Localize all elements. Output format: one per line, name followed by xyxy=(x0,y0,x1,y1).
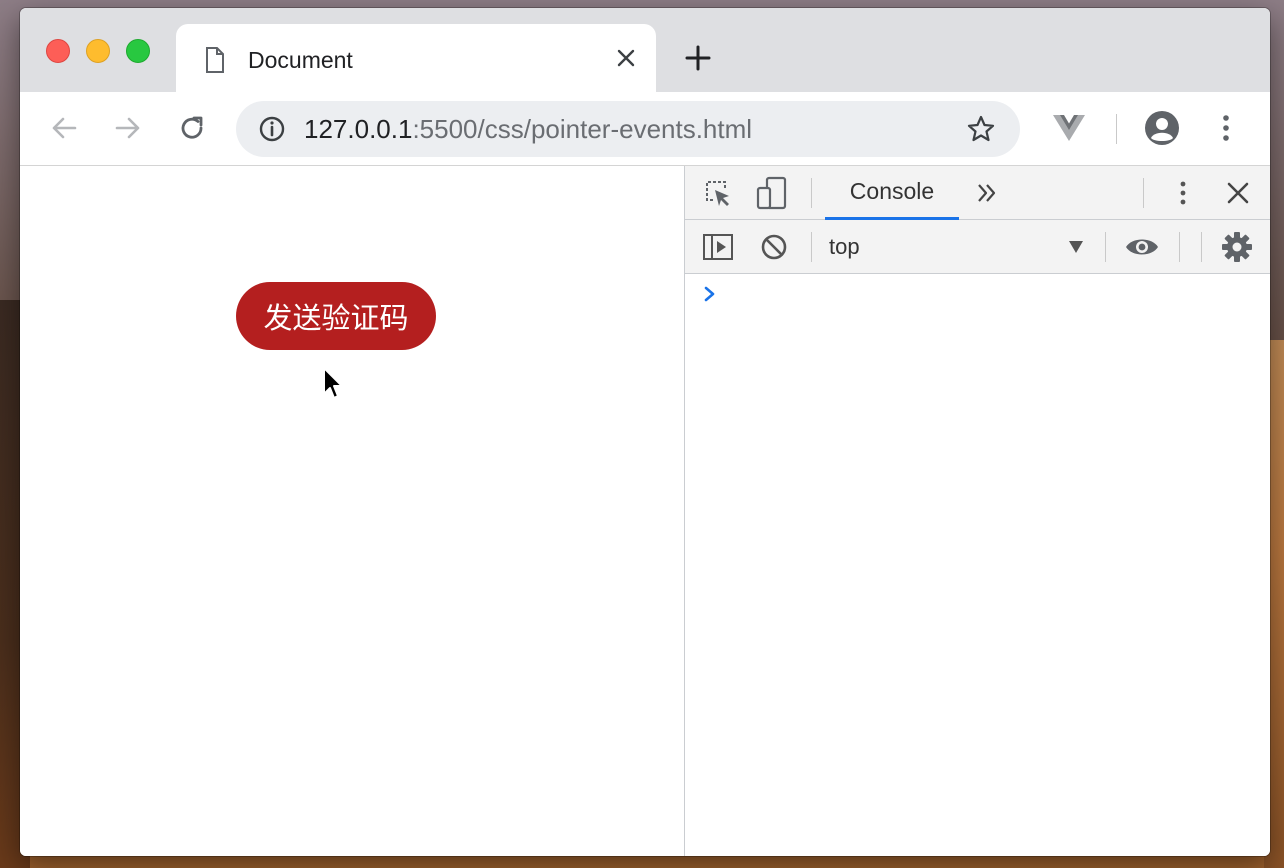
toolbar-divider xyxy=(1116,114,1117,144)
vue-devtools-extension-button[interactable] xyxy=(1052,112,1086,144)
console-toolbar: top xyxy=(685,220,1270,274)
arrow-right-icon xyxy=(115,117,140,139)
tab-strip: Document xyxy=(20,8,1270,92)
tab-console[interactable]: Console xyxy=(825,166,959,220)
browser-window: Document 127.0.0.1:5500/css/pointer-even… xyxy=(20,8,1270,856)
eye-icon xyxy=(1126,239,1158,255)
tab-title: Document xyxy=(248,47,353,73)
show-sidebar-button[interactable] xyxy=(701,230,735,264)
devtools-divider xyxy=(1179,232,1180,262)
devtools-divider xyxy=(811,178,812,208)
console-settings-button[interactable] xyxy=(1221,231,1253,263)
devtools-divider xyxy=(1143,178,1144,208)
device-icon xyxy=(756,176,787,210)
block-icon xyxy=(761,234,787,260)
account-icon xyxy=(1145,111,1179,145)
reload-button[interactable] xyxy=(176,112,208,144)
devtools-divider xyxy=(1201,232,1202,262)
mouse-cursor-icon xyxy=(323,367,343,399)
window-close-button[interactable] xyxy=(46,39,70,63)
forward-button[interactable] xyxy=(112,112,144,144)
sidebar-toggle-icon xyxy=(703,234,733,260)
live-expression-button[interactable] xyxy=(1123,232,1161,262)
url-path: :5500/css/pointer-events.html xyxy=(412,114,753,144)
context-selector[interactable]: top xyxy=(829,220,1089,274)
close-icon xyxy=(617,49,635,67)
select-element-icon xyxy=(706,181,729,206)
document-icon xyxy=(206,47,224,73)
devtools-menu-button[interactable] xyxy=(1169,178,1197,208)
back-button[interactable] xyxy=(48,112,80,144)
reload-icon xyxy=(181,116,203,139)
context-value: top xyxy=(829,234,860,259)
window-maximize-button[interactable] xyxy=(126,39,150,63)
browser-menu-button[interactable] xyxy=(1210,112,1242,144)
send-code-button[interactable]: 发送验证码 xyxy=(236,282,436,350)
tab-close-button[interactable] xyxy=(612,44,640,72)
chevron-double-right-icon xyxy=(978,184,996,202)
window-minimize-button[interactable] xyxy=(86,39,110,63)
clear-console-button[interactable] xyxy=(759,232,789,262)
url-text[interactable]: 127.0.0.1:5500/css/pointer-events.html xyxy=(304,114,752,144)
devtools-header: Console xyxy=(685,166,1270,220)
tab-document[interactable]: Document xyxy=(176,24,656,92)
more-tabs-button[interactable] xyxy=(973,180,1001,206)
star-icon[interactable] xyxy=(966,114,996,144)
device-toolbar-button[interactable] xyxy=(755,176,789,210)
console-prompt-icon[interactable] xyxy=(703,284,717,304)
page-viewport: 发送验证码 xyxy=(20,166,684,856)
gear-icon xyxy=(1222,232,1252,262)
kebab-menu-icon xyxy=(1180,181,1186,205)
vue-devtools-icon xyxy=(1053,115,1085,141)
plus-icon xyxy=(685,45,711,71)
url-host: 127.0.0.1 xyxy=(304,114,413,144)
kebab-menu-icon xyxy=(1223,115,1229,141)
close-icon xyxy=(1227,182,1249,204)
triangle-down-icon[interactable] xyxy=(1069,241,1083,253)
arrow-left-icon xyxy=(52,117,77,139)
inspect-element-button[interactable] xyxy=(703,178,733,208)
profile-button[interactable] xyxy=(1144,110,1180,146)
address-bar[interactable]: 127.0.0.1:5500/css/pointer-events.html xyxy=(236,101,1020,157)
browser-toolbar: 127.0.0.1:5500/css/pointer-events.html xyxy=(20,92,1270,166)
new-tab-button[interactable] xyxy=(682,42,714,74)
devtools-close-button[interactable] xyxy=(1223,178,1253,208)
devtools-panel: Console top xyxy=(684,166,1270,856)
devtools-divider xyxy=(1105,232,1106,262)
info-icon[interactable] xyxy=(258,115,286,143)
devtools-divider xyxy=(811,232,812,262)
